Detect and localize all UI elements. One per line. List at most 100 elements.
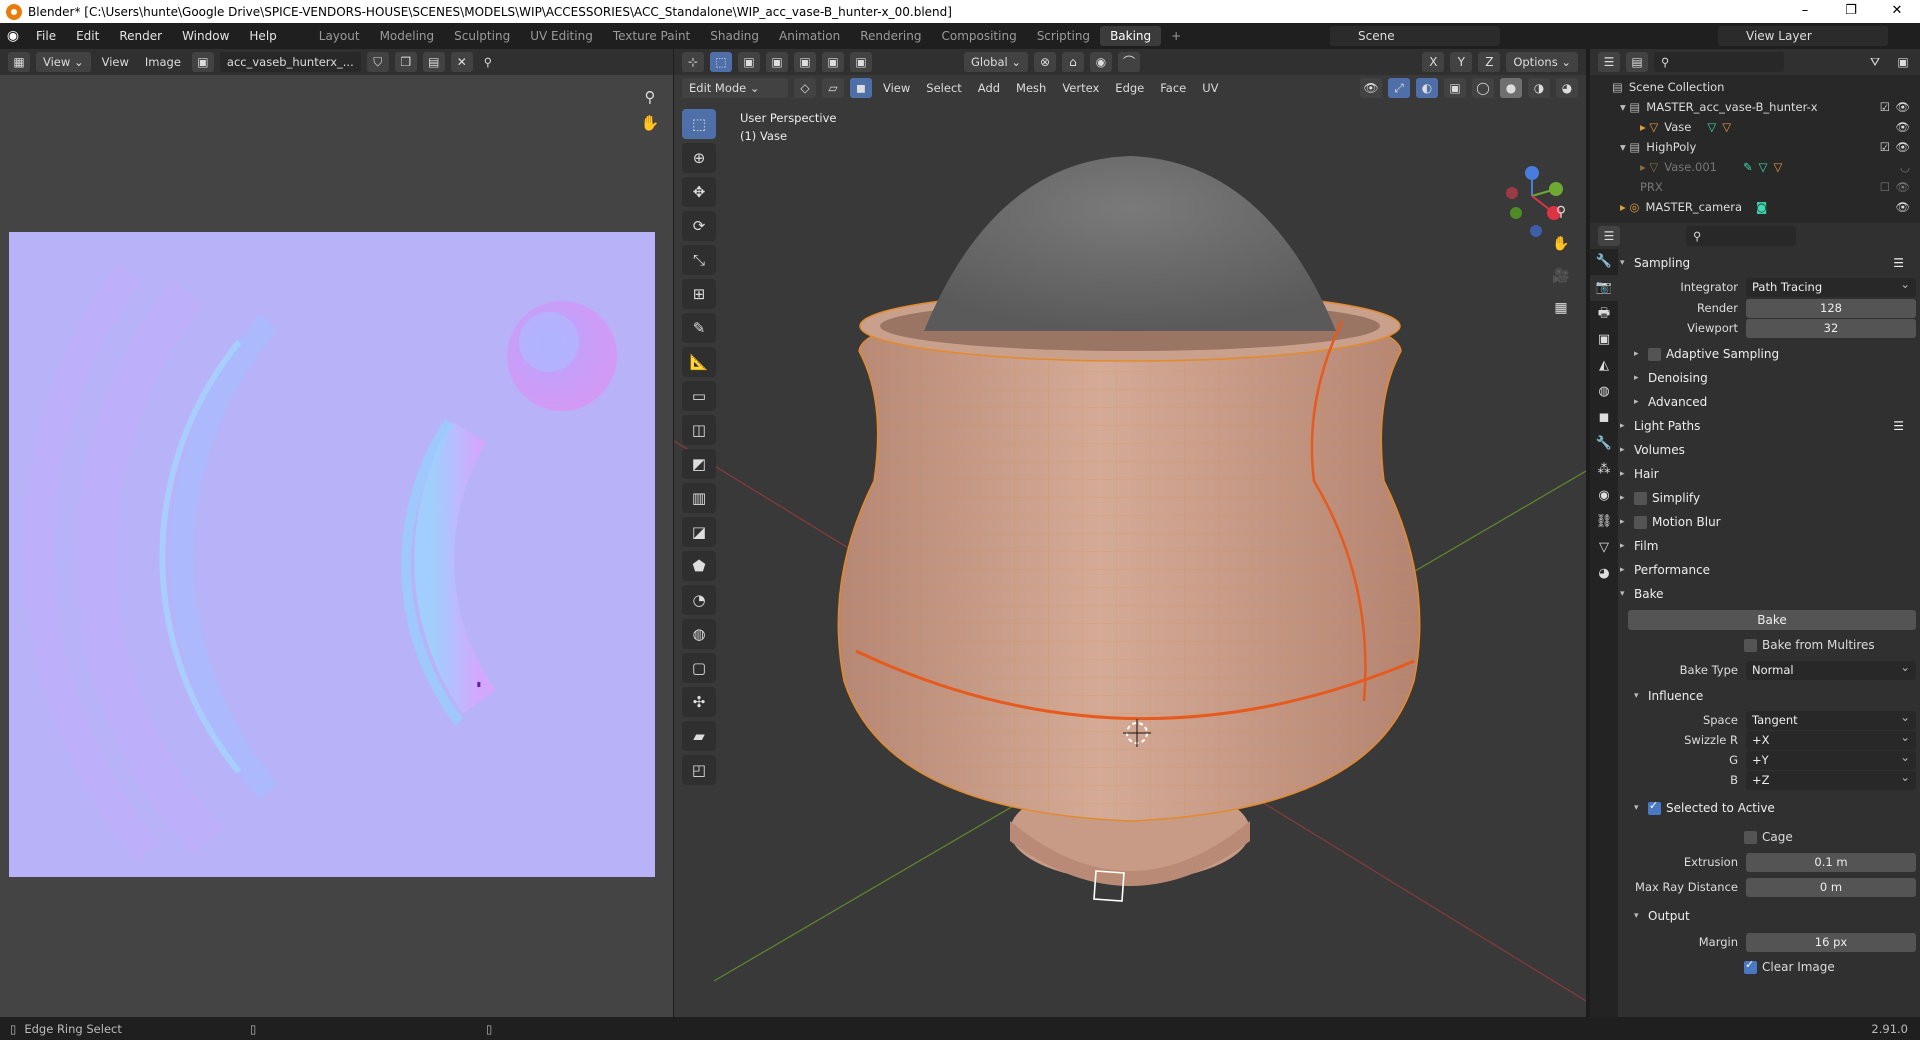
menu-vertex[interactable]: Vertex (1057, 81, 1104, 95)
output-subpanel[interactable]: ▾ Output (1620, 906, 1916, 926)
camera-icon[interactable]: 🎥 (1548, 263, 1574, 289)
advanced-subpanel[interactable]: ▸ Advanced (1620, 392, 1916, 412)
simplify-checkbox[interactable] (1634, 491, 1647, 505)
eye-hidden-icon[interactable]: ◡ (1900, 157, 1910, 177)
image-name-field[interactable]: acc_vaseb_hunterx_... (219, 52, 361, 72)
swizzle-r-dropdown[interactable]: +X (1746, 728, 1916, 750)
unlink-icon[interactable]: ✕ (450, 52, 473, 72)
mirror-y-icon[interactable]: Y (1450, 52, 1473, 72)
editor-type-icon[interactable]: ☰ (1598, 52, 1620, 72)
object-tab-icon[interactable]: ◼ (1590, 405, 1618, 431)
checkbox-icon[interactable]: ☑ (1880, 137, 1890, 157)
menu-image[interactable]: Image (140, 55, 186, 69)
shear-tool-icon[interactable]: ▰ (682, 721, 716, 751)
influence-subpanel[interactable]: ▾ Influence (1620, 686, 1916, 706)
overlay-icon[interactable]: ◐ (1416, 78, 1438, 98)
menu-view[interactable]: View (97, 55, 134, 69)
tab-shading[interactable]: Shading (700, 26, 769, 46)
eye-icon[interactable]: 👁 (1895, 177, 1910, 197)
grid-icon[interactable]: ▦ (1548, 295, 1574, 321)
menu-help[interactable]: Help (239, 29, 286, 43)
bevel-tool-icon[interactable]: ◩ (682, 449, 716, 479)
world-tab-icon[interactable]: ◍ (1590, 379, 1618, 405)
menu-window[interactable]: Window (172, 29, 239, 43)
hand-pan-icon[interactable]: ✋ (639, 113, 661, 133)
image-canvas[interactable]: ⚲ ✋ (0, 75, 673, 1017)
edge-slide-tool-icon[interactable]: ▢ (682, 653, 716, 683)
bake-type-dropdown[interactable]: Normal (1746, 658, 1916, 680)
particles-tab-icon[interactable]: ⁂ (1590, 457, 1618, 483)
eye-icon[interactable]: 👁 (1895, 117, 1910, 137)
list-icon[interactable]: ☰ (1893, 419, 1904, 433)
tab-sculpting[interactable]: Sculpting (444, 26, 520, 46)
pivot-icon[interactable]: ⊗ (1033, 52, 1056, 72)
select-mode-extend-icon[interactable]: ▣ (766, 52, 788, 72)
denoising-subpanel[interactable]: ▸ Denoising (1620, 368, 1916, 388)
bake-button[interactable]: Bake (1628, 610, 1916, 630)
new-collection-icon[interactable]: ▣ (1892, 52, 1914, 72)
render-samples-field[interactable]: 128 (1746, 298, 1916, 318)
clear-image-row[interactable]: Clear Image (1620, 957, 1916, 977)
tab-texture-paint[interactable]: Texture Paint (603, 26, 700, 46)
minimize-button[interactable]: – (1782, 0, 1828, 23)
maximize-button[interactable]: ❐ (1828, 0, 1874, 23)
mode-dropdown[interactable]: Edit Mode ⌄ (682, 78, 788, 98)
face-select-icon[interactable]: ◼ (850, 78, 872, 98)
menu-select[interactable]: Select (921, 81, 966, 95)
transform-tool-icon[interactable]: ⊞ (682, 279, 716, 309)
performance-panel[interactable]: ▸ Performance (1620, 560, 1916, 580)
image-browse-icon[interactable]: ▣ (191, 52, 214, 72)
bake-from-multires-row[interactable]: Bake from Multires (1620, 635, 1916, 655)
tool-tab-icon[interactable]: 🔧 (1590, 249, 1618, 275)
folder-icon[interactable]: ▤ (422, 52, 445, 72)
outliner-scene-collection[interactable]: ▤ Scene Collection (1590, 77, 1920, 97)
max-ray-distance-field[interactable]: 0 m (1746, 877, 1916, 897)
rendered-shading-icon[interactable]: ◕ (1556, 78, 1578, 98)
data-tab-icon[interactable]: ▽ (1590, 535, 1618, 561)
mirror-z-icon[interactable]: Z (1478, 52, 1501, 72)
view-layer-tab-icon[interactable]: ▣ (1590, 327, 1618, 353)
sampling-panel-header[interactable]: ▾ Sampling ☰ (1620, 253, 1916, 273)
bake-from-multires-checkbox[interactable] (1744, 638, 1757, 652)
snap-icon[interactable]: ⌂ (1061, 52, 1084, 72)
edge-select-icon[interactable]: ▱ (822, 78, 844, 98)
rotate-tool-icon[interactable]: ⟳ (682, 211, 716, 241)
viewport-samples-field[interactable]: 32 (1746, 318, 1916, 338)
measure-tool-icon[interactable]: 📐 (682, 347, 716, 377)
pin-icon[interactable]: ⚲ (479, 55, 497, 69)
clear-image-checkbox[interactable] (1744, 958, 1757, 974)
physics-tab-icon[interactable]: ◉ (1590, 483, 1618, 509)
knife-tool-icon[interactable]: ◪ (682, 517, 716, 547)
eye-icon[interactable]: 👁 (1895, 197, 1910, 217)
bake-panel-header[interactable]: ▾ Bake (1620, 584, 1916, 604)
rip-tool-icon[interactable]: ◰ (682, 755, 716, 785)
selected-to-active-checkbox[interactable] (1648, 799, 1661, 815)
smooth-tool-icon[interactable]: ◍ (682, 619, 716, 649)
tab-animation[interactable]: Animation (769, 26, 850, 46)
outliner-item[interactable]: ▸ ▽ Vase.001 ✎ ▽ ▽ ◡ (1590, 157, 1920, 177)
volumes-panel[interactable]: ▸ Volumes (1620, 440, 1916, 460)
loop-cut-tool-icon[interactable]: ▥ (682, 483, 716, 513)
outliner-item[interactable]: ▸ ▽ Vase ▽ ▽ 👁 (1590, 117, 1920, 137)
motion-blur-checkbox[interactable] (1634, 515, 1647, 529)
viewport-canvas[interactable] (673, 101, 1587, 1017)
simplify-panel[interactable]: ▸ Simplify (1620, 488, 1916, 508)
visibility-icon[interactable]: 👁 (1360, 78, 1382, 98)
tab-rendering[interactable]: Rendering (850, 26, 931, 46)
outliner-item[interactable]: ▾ ▤ HighPoly ☑ 👁 (1590, 137, 1920, 157)
transform-orientation-dropdown[interactable]: Global ⌄ (964, 52, 1028, 72)
add-workspace-button[interactable]: + (1161, 26, 1191, 46)
vertex-select-icon[interactable]: ◇ (794, 78, 816, 98)
annotate-tool-icon[interactable]: ✎ (682, 313, 716, 343)
eye-icon[interactable]: 👁 (1895, 97, 1910, 117)
editor-type-icon[interactable]: ☰ (1598, 226, 1620, 246)
swizzle-b-dropdown[interactable]: +Z (1746, 768, 1916, 790)
select-mode-set-icon[interactable]: ▣ (738, 52, 760, 72)
extrude-tool-icon[interactable]: ▭ (682, 381, 716, 411)
integrator-dropdown[interactable]: Path Tracing (1746, 275, 1916, 297)
menu-mesh[interactable]: Mesh (1011, 81, 1051, 95)
eye-icon[interactable]: 👁 (1895, 137, 1910, 157)
tab-baking[interactable]: Baking (1100, 26, 1162, 46)
select-box-icon[interactable]: ⬚ (710, 52, 732, 72)
space-dropdown[interactable]: Tangent (1746, 708, 1916, 730)
